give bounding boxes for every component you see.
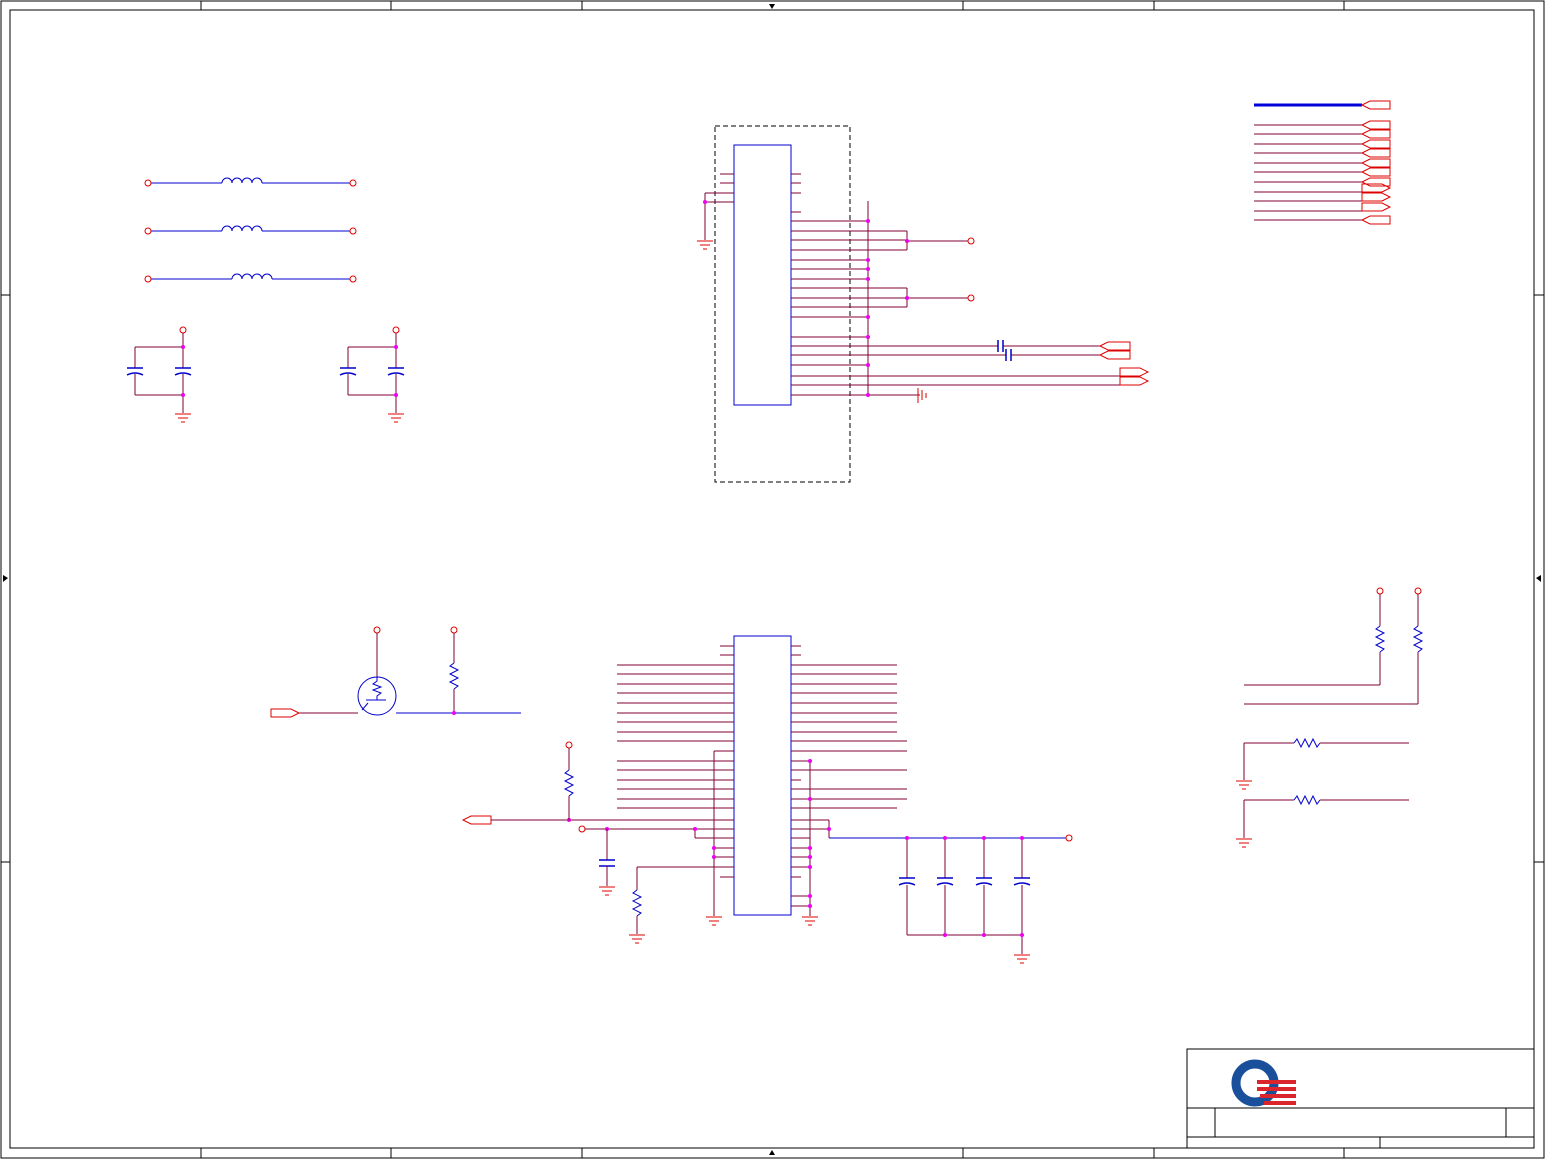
inductor-l3 [144, 273, 357, 283]
sheet-frame [0, 0, 1545, 1159]
filter-cap [578, 825, 615, 896]
decoupling-cap-pair-1 [126, 326, 192, 423]
quanta-logo [1231, 1059, 1296, 1107]
signal-port-list [1254, 100, 1392, 225]
decoupling-cap-pair-2 [339, 326, 405, 423]
center-arrows [3, 4, 1541, 1155]
pullup-resistors [1244, 587, 1424, 705]
bulk-cap-bank [829, 834, 1073, 964]
transistor-circuit [270, 626, 521, 718]
schematic-canvas [0, 0, 1545, 1159]
connector-top [697, 125, 1150, 483]
reset-pullup [461, 741, 575, 825]
inductor-l2 [144, 225, 357, 235]
schematic-sheet [0, 0, 1545, 1159]
bias-resistor [629, 867, 645, 944]
inductor-group [144, 177, 357, 283]
pulldown-resistors [1236, 737, 1409, 848]
inductor-l1 [144, 177, 357, 187]
main-ic [491, 635, 907, 926]
